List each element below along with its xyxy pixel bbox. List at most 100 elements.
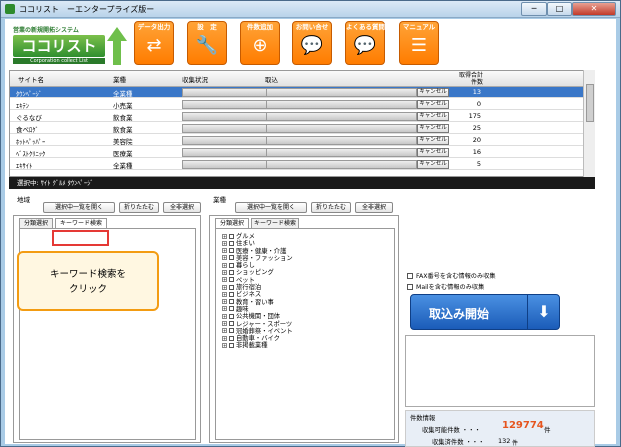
app-window: ココリスト ーエンタープライズ版ー ─ □ ✕ 営業の新規開拓システム ココリス… xyxy=(0,0,621,447)
count-cell: 13 xyxy=(472,88,481,96)
settings-label: 設 定 xyxy=(197,23,217,31)
cancel-button[interactable]: キャンセル xyxy=(417,88,449,97)
tree-item[interactable]: + ビジネス xyxy=(222,291,293,298)
expand-icon[interactable]: + xyxy=(222,240,227,246)
expand-icon[interactable]: + xyxy=(222,328,227,334)
tree-item[interactable]: + 住まい xyxy=(222,240,293,247)
cancel-button[interactable]: キャンセル xyxy=(417,148,449,157)
region-label: 地域 xyxy=(17,196,30,204)
mail-checkbox[interactable] xyxy=(407,284,413,290)
mail-option[interactable]: Mailを含む情報のみ収集 xyxy=(407,282,484,291)
tree-checkbox[interactable] xyxy=(229,306,234,312)
expand-icon[interactable]: + xyxy=(222,262,227,268)
logo: 営業の新規開拓システム ココリスト Corporation collect Li… xyxy=(9,25,127,69)
table-row[interactable]: ﾀｳﾝﾍﾟｰｼﾞ 全業種 キャンセル 13 xyxy=(10,87,594,98)
tree-checkbox[interactable] xyxy=(229,262,234,268)
tree-item[interactable]: + レジャー・スポーツ xyxy=(222,321,293,328)
faq-button[interactable]: よくある質問 💬 xyxy=(345,21,385,65)
callout-line1: キーワード検索を xyxy=(49,269,126,280)
tree-checkbox[interactable] xyxy=(229,255,234,261)
expand-icon[interactable]: + xyxy=(222,335,227,341)
tree-item[interactable]: + ペット xyxy=(222,277,293,284)
tree-checkbox[interactable] xyxy=(229,240,234,246)
tree-checkbox[interactable] xyxy=(229,284,234,290)
expand-icon[interactable]: + xyxy=(222,255,227,261)
grid-scroll-thumb[interactable] xyxy=(586,84,594,122)
industry-tab-keyword[interactable]: キーワード検索 xyxy=(251,218,299,228)
available-count-unit: 件 xyxy=(544,426,551,434)
data-export-button[interactable]: データ出力 ⇄ xyxy=(134,21,174,65)
tree-checkbox[interactable] xyxy=(229,291,234,297)
expand-icon[interactable]: + xyxy=(222,291,227,297)
close-button[interactable]: ✕ xyxy=(572,2,616,16)
tree-checkbox[interactable] xyxy=(229,321,234,327)
table-row[interactable]: ｴｷｻｲﾄ 全業種 キャンセル 5 xyxy=(10,159,594,170)
cancel-button[interactable]: キャンセル xyxy=(417,160,449,169)
tree-checkbox[interactable] xyxy=(229,342,234,348)
expand-icon[interactable]: + xyxy=(222,248,227,254)
speech-bubble-icon: 💬 xyxy=(300,35,324,56)
expand-icon[interactable]: + xyxy=(222,299,227,305)
title-bar[interactable]: ココリスト ーエンタープライズ版ー ─ □ ✕ xyxy=(1,1,620,18)
expand-icon[interactable]: + xyxy=(222,321,227,327)
tree-checkbox[interactable] xyxy=(229,248,234,254)
expand-icon[interactable]: + xyxy=(222,269,227,275)
tree-item[interactable]: + グルメ xyxy=(222,233,293,240)
region-list-button[interactable]: 選択中一覧を開く xyxy=(43,202,115,213)
tree-item[interactable]: + 医療・健康・介護 xyxy=(222,248,293,255)
tree-item-label: レジャー・スポーツ xyxy=(236,320,293,328)
log-area[interactable] xyxy=(405,335,595,407)
cancel-button[interactable]: キャンセル xyxy=(417,100,449,109)
tree-checkbox[interactable] xyxy=(229,269,234,275)
industry-label: 業種 xyxy=(213,196,226,204)
expand-icon[interactable]: + xyxy=(222,306,227,312)
logo-arrow-icon xyxy=(107,27,127,41)
region-tab-keyword[interactable]: キーワード検索 xyxy=(55,218,107,228)
region-clear-button[interactable]: 全非選択 xyxy=(163,202,201,213)
contact-button[interactable]: お問い合せ 💬 xyxy=(292,21,332,65)
maximize-button[interactable]: □ xyxy=(547,2,572,16)
expand-icon[interactable]: + xyxy=(222,277,227,283)
tree-item[interactable]: + 教育・習い事 xyxy=(222,299,293,306)
tree-checkbox[interactable] xyxy=(229,299,234,305)
tree-item[interactable]: + 公共機関・団体 xyxy=(222,313,293,320)
collected-count-value: 132 xyxy=(498,437,511,445)
tree-item[interactable]: + 美容・ファッション xyxy=(222,255,293,262)
expand-icon[interactable]: + xyxy=(222,313,227,319)
table-row[interactable]: ﾎｯﾄﾍﾟｯﾊﾟｰ 美容院 キャンセル 20 xyxy=(10,135,594,146)
industry-fold-button[interactable]: 折りたたむ xyxy=(311,202,351,213)
cancel-button[interactable]: キャンセル xyxy=(417,124,449,133)
tree-item-label: グルメ xyxy=(236,233,255,240)
tree-checkbox[interactable] xyxy=(229,277,234,283)
tree-checkbox[interactable] xyxy=(229,335,234,341)
start-import-button[interactable]: 取込み開始 ⬇ xyxy=(410,294,560,330)
tree-checkbox[interactable] xyxy=(229,313,234,319)
grid-scrollbar[interactable] xyxy=(583,70,595,177)
region-tab-category[interactable]: 分類選択 xyxy=(19,218,53,228)
industry-clear-button[interactable]: 全非選択 xyxy=(355,202,393,213)
expand-icon[interactable]: + xyxy=(222,342,227,348)
industry-tab-category[interactable]: 分類選択 xyxy=(215,218,249,228)
tree-item[interactable]: + ショッピング xyxy=(222,269,293,276)
cancel-button[interactable]: キャンセル xyxy=(417,136,449,145)
table-row[interactable]: ぐるなび 飲食業 キャンセル 175 xyxy=(10,111,594,122)
region-fold-button[interactable]: 折りたたむ xyxy=(119,202,159,213)
manual-button[interactable]: マニュアル ☰ xyxy=(399,21,439,65)
tree-checkbox[interactable] xyxy=(229,233,234,239)
settings-button[interactable]: 設 定 🔧 xyxy=(187,21,227,65)
expand-icon[interactable]: + xyxy=(222,233,227,239)
expand-icon[interactable]: + xyxy=(222,284,227,290)
cancel-button[interactable]: キャンセル xyxy=(417,112,449,121)
table-row[interactable]: ｴｷﾃﾝ 小売業 キャンセル 0 xyxy=(10,99,594,110)
fax-checkbox[interactable] xyxy=(407,273,413,279)
fax-option[interactable]: FAX番号を含む情報のみ収集 xyxy=(407,271,496,280)
minimize-button[interactable]: ─ xyxy=(521,2,547,16)
tree-item[interactable]: + 非掲載業種 xyxy=(222,342,293,349)
table-row[interactable]: 食べﾛｸﾞ 飲食業 キャンセル 25 xyxy=(10,123,594,134)
add-count-button[interactable]: 件数追加 ⊕ xyxy=(240,21,280,65)
table-row[interactable]: ﾍﾞｽﾄｸﾘﾆｯｸ 医療業 キャンセル 16 xyxy=(10,147,594,158)
count-info-header: 件数情報 xyxy=(410,415,436,422)
industry-list-button[interactable]: 選択中一覧を開く xyxy=(235,202,307,213)
tree-checkbox[interactable] xyxy=(229,328,234,334)
site-grid: サイト名 業種 収集状況 取込 取得合計 件数 ﾀｳﾝﾍﾟｰｼﾞ 全業種 キャンセル… xyxy=(9,70,595,177)
